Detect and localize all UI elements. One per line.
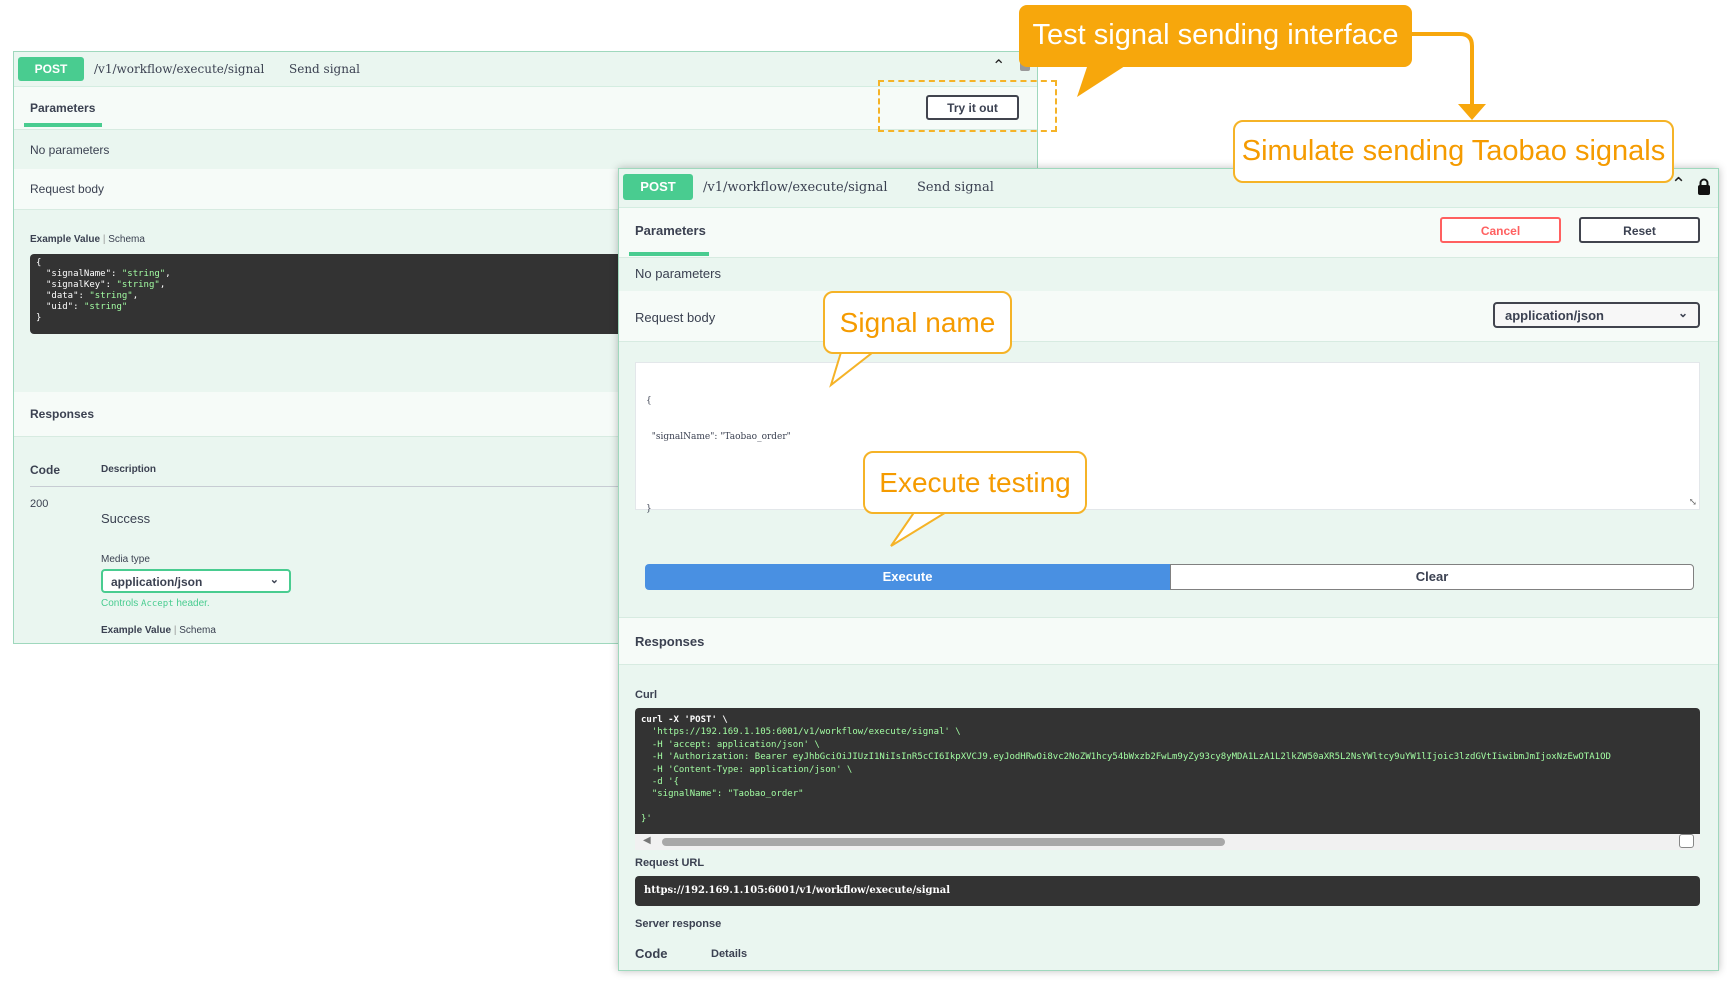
callout-simulate: Simulate sending Taobao signals [1233, 120, 1674, 183]
callout-test-interface: Test signal sending interface [1019, 5, 1412, 67]
callout-execute-testing: Execute testing [863, 451, 1087, 514]
callout-signal-name: Signal name [823, 291, 1012, 354]
